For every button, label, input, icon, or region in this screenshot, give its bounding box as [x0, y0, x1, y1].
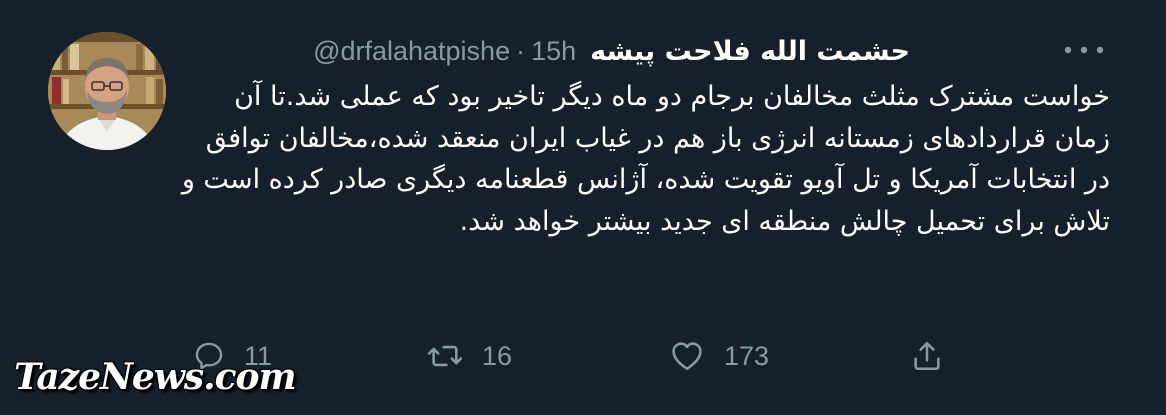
author-meta: @drfalahatpishe · 15h: [313, 36, 576, 67]
heart-icon: [672, 342, 702, 371]
watermark-logo: TazeNews.com: [14, 356, 297, 398]
tweet-text: خواست مشترک مثلث مخالفان برجام دو ماه دی…: [181, 81, 1110, 237]
tweet-timestamp[interactable]: 15h: [531, 36, 576, 67]
author-display-name[interactable]: حشمت الله فلاحت پیشه: [590, 36, 910, 67]
tweet-actions: 11 16 173: [180, 328, 980, 384]
more-options-button[interactable]: [1054, 38, 1114, 62]
separator-dot: ·: [516, 35, 526, 66]
avatar[interactable]: [48, 32, 166, 150]
retweet-button[interactable]: 16: [426, 328, 512, 384]
like-count: 173: [724, 340, 770, 371]
like-button[interactable]: 173: [668, 328, 769, 384]
share-icon: [914, 341, 940, 371]
avatar-image: [48, 32, 166, 150]
tweet-header: حشمت الله فلاحت پیشه @drfalahatpishe · 1…: [190, 30, 910, 72]
retweet-icon: [427, 345, 463, 367]
share-button[interactable]: [910, 328, 944, 384]
more-dots-icon: [1064, 46, 1104, 54]
author-handle[interactable]: @drfalahatpishe: [313, 36, 510, 67]
retweet-count: 16: [482, 340, 513, 371]
tweet-card[interactable]: حشمت الله فلاحت پیشه @drfalahatpishe · 1…: [0, 0, 1166, 415]
